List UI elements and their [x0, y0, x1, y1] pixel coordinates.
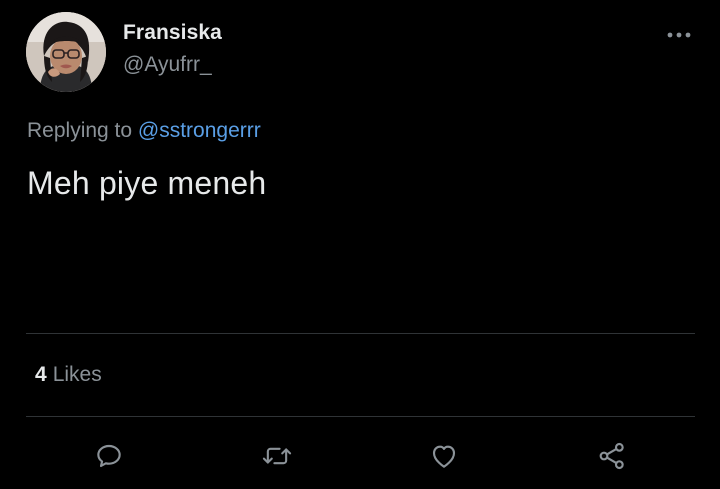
- share-icon: [599, 442, 624, 470]
- display-name[interactable]: Fransiska: [123, 21, 222, 45]
- heart-icon: [432, 445, 456, 468]
- like-button[interactable]: [426, 438, 462, 474]
- avatar[interactable]: [26, 12, 106, 92]
- more-horizontal-icon: [667, 32, 691, 38]
- more-options-button[interactable]: [664, 20, 694, 50]
- likes-count: 4: [35, 363, 47, 386]
- reply-mention-link[interactable]: @sstrongerrr: [138, 119, 261, 142]
- retweet-button[interactable]: [259, 438, 295, 474]
- divider: [26, 416, 695, 417]
- username[interactable]: @Ayufrr_: [123, 53, 212, 77]
- likes-stat[interactable]: 4 Likes: [35, 363, 102, 387]
- tweet-detail: Fransiska @Ayufrr_ Replying to @sstronge…: [0, 0, 720, 489]
- replying-to: Replying to @sstrongerrr: [27, 119, 261, 143]
- divider: [26, 333, 695, 334]
- avatar-photo: [26, 12, 106, 92]
- reply-button[interactable]: [91, 438, 127, 474]
- tweet-header: Fransiska @Ayufrr_: [26, 12, 694, 92]
- share-button[interactable]: [594, 438, 630, 474]
- tweet-text: Meh piye meneh: [27, 165, 267, 201]
- replying-to-label: Replying to: [27, 119, 133, 142]
- retweet-icon: [262, 447, 292, 465]
- comment-icon: [97, 444, 121, 468]
- likes-label: Likes: [52, 363, 102, 386]
